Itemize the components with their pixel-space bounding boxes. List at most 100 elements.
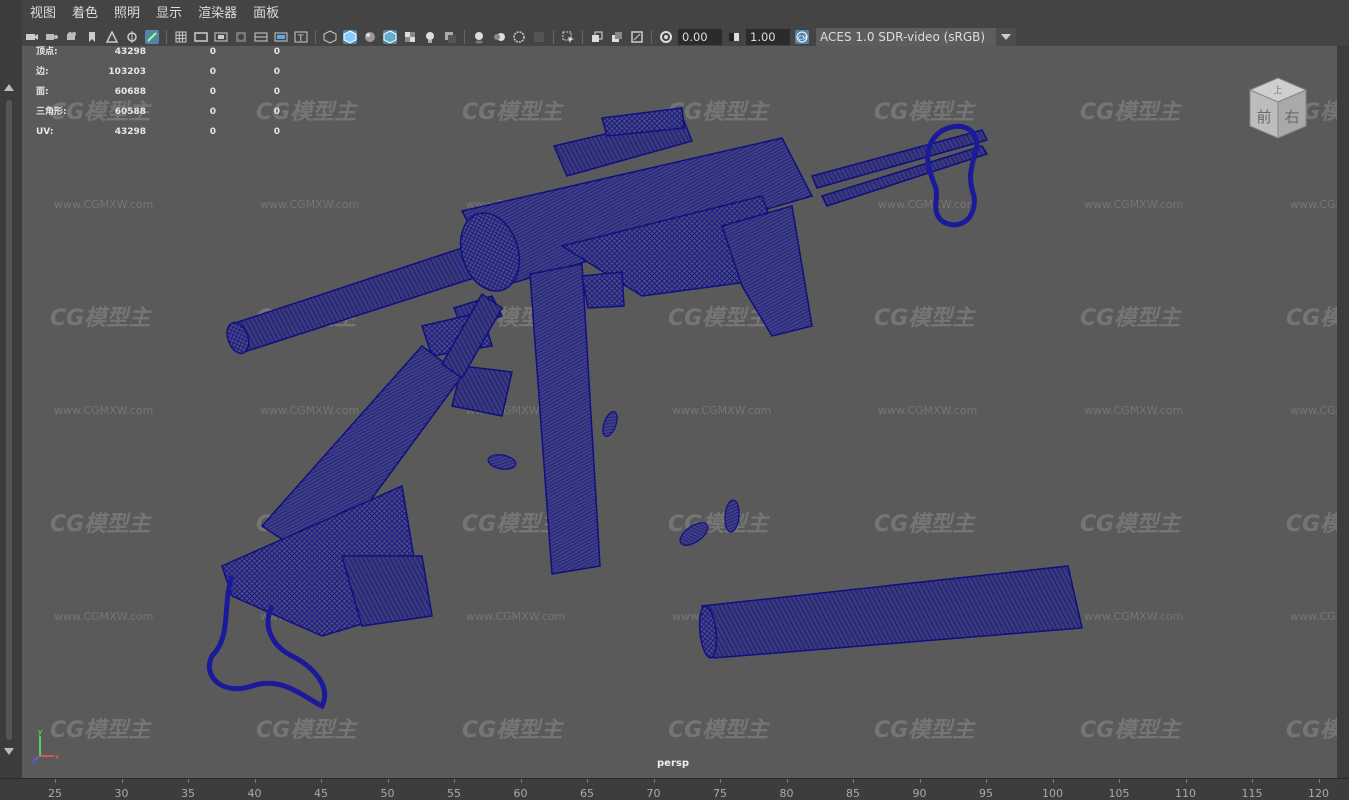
xray-icon[interactable] (403, 30, 417, 44)
hud-label: 边: (36, 67, 49, 77)
film-gate-icon[interactable] (194, 30, 208, 44)
ruler-frame-number: 35 (181, 787, 195, 800)
gamma-field[interactable]: 1.00 (746, 29, 790, 45)
viewcube-top-label[interactable]: 上 (1273, 85, 1282, 96)
bullets (487, 411, 740, 546)
frame-selection-icon[interactable] (630, 30, 644, 44)
hud-value: 0 (273, 107, 280, 117)
hud-value: 60688 (114, 87, 146, 97)
default-material-icon[interactable] (363, 30, 377, 44)
ruler-tick (986, 779, 987, 783)
2d-pan-icon[interactable] (105, 30, 119, 44)
viewcube-right-label[interactable]: 右 (1284, 108, 1299, 126)
depth-of-field-icon[interactable] (532, 30, 546, 44)
viewcube[interactable]: 上 前 右 (1242, 68, 1318, 144)
ruler-frame-number: 30 (114, 787, 129, 800)
suppressor (698, 565, 1083, 659)
ruler-tick (254, 779, 256, 783)
menu-show[interactable]: 显示 (148, 0, 190, 28)
ruler-tick (1119, 779, 1120, 783)
screen-space-ao-icon[interactable] (472, 30, 486, 44)
menu-panels[interactable]: 面板 (245, 0, 287, 28)
image-plane-icon[interactable] (85, 30, 99, 44)
viewcube-front-label[interactable]: 前 (1256, 108, 1271, 126)
camera-name-label: persp (657, 758, 689, 769)
shadows-icon[interactable] (443, 30, 457, 44)
ruler-frame-number: 25 (48, 787, 62, 800)
toolbar-divider (582, 30, 583, 44)
hud-value: 0 (273, 47, 280, 57)
anti-aliasing-icon[interactable] (512, 30, 526, 44)
menu-view[interactable]: 视图 (22, 0, 64, 28)
hud-value: 0 (273, 67, 280, 77)
color-management-icon[interactable]: CM (795, 30, 809, 44)
exposure-field[interactable]: 0.00 (678, 29, 722, 45)
toolbar-divider (464, 30, 465, 44)
ruler-tick (454, 779, 455, 783)
hud-value: 60588 (114, 107, 146, 117)
gamma-icon[interactable] (727, 30, 741, 44)
ruler-frame-number: 65 (580, 787, 594, 800)
ruler-tick (121, 779, 123, 783)
safe-action-icon[interactable] (274, 30, 288, 44)
select-camera-icon[interactable] (25, 30, 39, 44)
gate-mask-icon[interactable] (234, 30, 248, 44)
motion-blur-icon[interactable] (492, 30, 506, 44)
wireframe-icon[interactable] (323, 30, 337, 44)
panel-menubar: 视图 着色 照明 显示 渲染器 面板 (22, 0, 1349, 28)
isolate-select-icon[interactable] (561, 30, 575, 44)
field-chart-icon[interactable] (254, 30, 268, 44)
toolbar-divider (315, 30, 316, 44)
3d-viewport[interactable]: CG模型主CG模型主CG模型主CG模型主CG模型主CG模型主CG模型主CG模型主… (22, 46, 1337, 778)
svg-text:x: x (55, 753, 59, 761)
ruler-tick (188, 779, 189, 783)
resolution-gate-icon[interactable] (214, 30, 228, 44)
hud-value: 0 (209, 47, 216, 57)
lighting-icon[interactable] (423, 30, 437, 44)
hud-label: UV: (36, 127, 54, 137)
svg-text:y: y (38, 728, 42, 736)
xray-joints-icon[interactable] (590, 30, 604, 44)
weapon-wireframe-model (206, 107, 1083, 710)
exposure-icon[interactable] (659, 30, 673, 44)
ruler-tick (653, 779, 655, 783)
ruler-frame-number: 105 (1108, 787, 1130, 800)
menu-shading[interactable]: 着色 (64, 0, 106, 28)
bookmark-icon[interactable] (65, 30, 79, 44)
hud-label: 顶点: (36, 47, 58, 57)
xray-active-icon[interactable] (610, 30, 624, 44)
toolbar-divider (553, 30, 554, 44)
ruler-tick (1052, 779, 1054, 783)
ruler-frame-number: 90 (912, 787, 927, 800)
menu-renderer[interactable]: 渲染器 (190, 0, 245, 28)
left-toolstrip (0, 0, 23, 799)
toolbar-divider (166, 30, 167, 44)
time-ruler[interactable]: 25 30 35 40 45 50 55 60 65 70 75 80 85 90 95 100 105 110 1… (0, 778, 1349, 800)
ruler-tick (587, 779, 588, 783)
ruler-frame-number: 70 (646, 787, 661, 800)
scroll-down-icon[interactable] (4, 748, 14, 755)
ruler-frame-number: 110 (1175, 787, 1196, 800)
view-transform-dropdown[interactable]: ACES 1.0 SDR-video (sRGB) (816, 28, 1016, 46)
viewport-right-edge (1337, 46, 1349, 778)
camera-attributes-icon[interactable] (45, 30, 59, 44)
smooth-shade-icon[interactable] (343, 30, 357, 44)
ruler-frame-number: 95 (979, 787, 993, 800)
scrollbar[interactable] (6, 100, 12, 740)
ruler-tick (520, 779, 522, 783)
pencil-icon[interactable] (145, 30, 159, 44)
menu-lighting[interactable]: 照明 (106, 0, 148, 28)
grid-icon[interactable] (174, 30, 188, 44)
hud-label: 面: (36, 87, 49, 97)
ruler-frame-number: 100 (1042, 787, 1063, 800)
hud-value: 0 (209, 127, 216, 137)
ruler-frame-number: 120 (1308, 787, 1329, 800)
scroll-up-icon[interactable] (4, 84, 14, 91)
hud-value: 43298 (114, 47, 146, 57)
view-transform-value: ACES 1.0 SDR-video (sRGB) (820, 30, 986, 44)
ruler-frame-number: 85 (846, 787, 860, 800)
wireframe-on-shaded-icon[interactable] (383, 30, 397, 44)
ruler-frame-number: 40 (247, 787, 262, 800)
grease-pencil-icon[interactable] (125, 30, 139, 44)
safe-title-icon[interactable]: T (294, 30, 308, 44)
